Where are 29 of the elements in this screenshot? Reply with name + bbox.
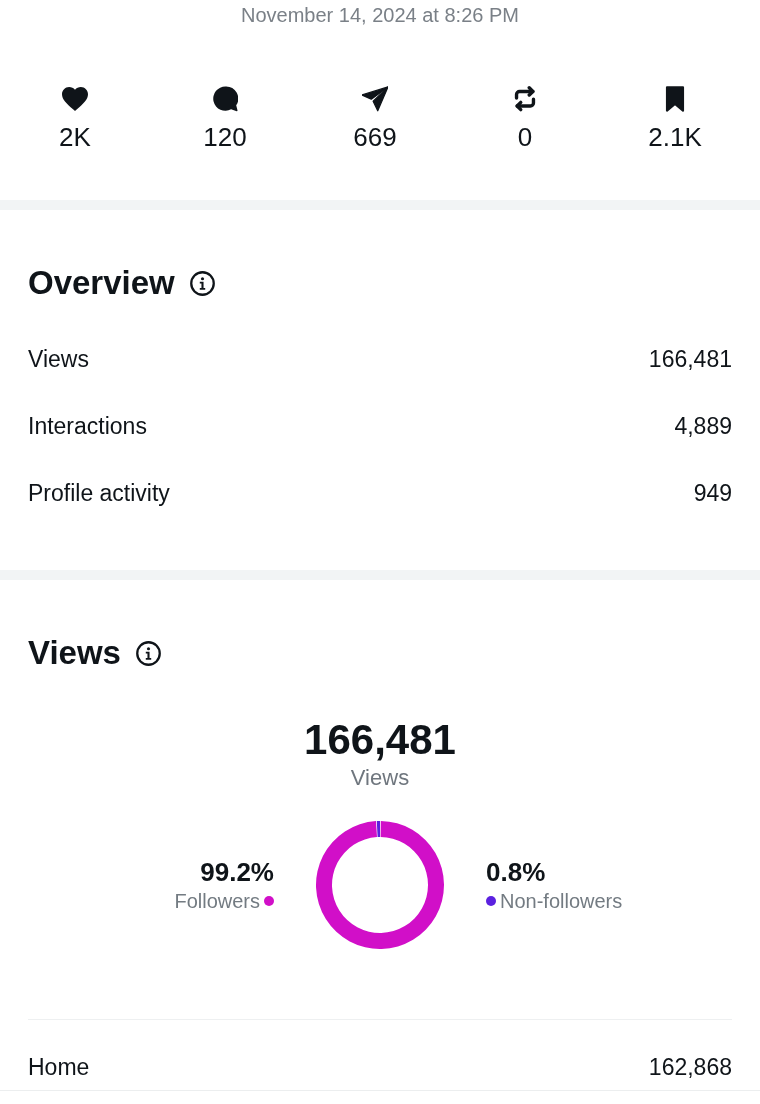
info-icon[interactable] [135, 640, 161, 666]
metric-label: Interactions [28, 413, 147, 440]
stat-count: 2K [59, 122, 91, 152]
legend-percentage: 99.2% [200, 856, 274, 888]
stat-count: 2.1K [648, 122, 702, 152]
metric-label: Views [28, 346, 89, 373]
stat-count: 669 [353, 122, 397, 152]
bookmark-icon [664, 86, 686, 112]
source-value: 162,868 [648, 1053, 732, 1081]
metric-label: Profile activity [28, 480, 170, 507]
section-title: Overview [28, 263, 175, 303]
metric-value: 949 [693, 480, 732, 507]
legend-label: Followers [174, 889, 260, 914]
stat-count: 120 [203, 122, 247, 152]
section-title: Views [28, 633, 121, 673]
stat-count: 0 [517, 122, 533, 152]
info-icon[interactable] [189, 270, 215, 296]
source-label: Home [28, 1053, 90, 1081]
metric-value: 4,889 [674, 413, 732, 440]
total-label: Views [350, 765, 410, 791]
metric-value: 166,481 [648, 346, 732, 373]
legend-percentage: 0.8% [486, 856, 546, 888]
legend-label: Non-followers [500, 889, 623, 914]
repost-arrows-icon [514, 86, 536, 112]
post-date: November 14, 2024 at 8:26 PM [240, 3, 520, 27]
paper-plane-icon [362, 86, 388, 112]
speech-bubble-icon [212, 86, 238, 112]
heart-icon [62, 86, 88, 112]
total-views: 166,481 [304, 715, 456, 765]
